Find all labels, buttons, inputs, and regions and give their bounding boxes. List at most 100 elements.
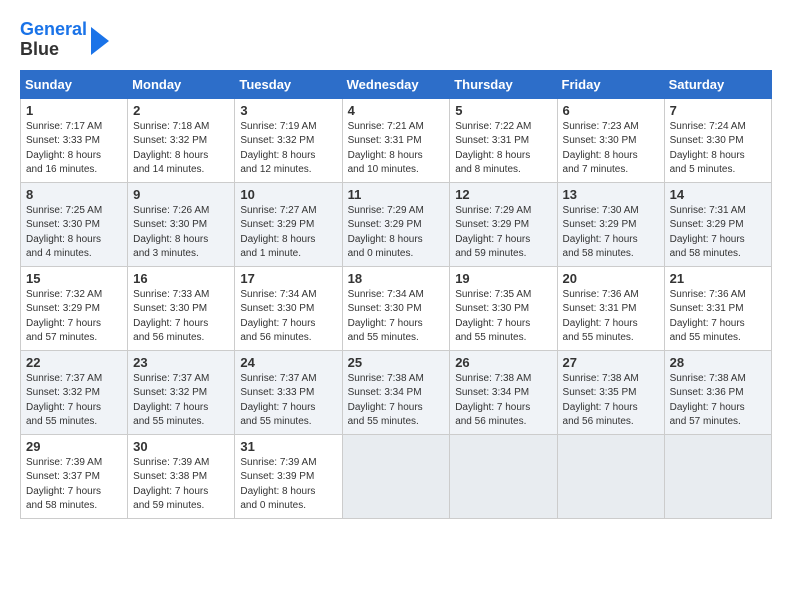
calendar-cell: 22 Sunrise: 7:37 AM Sunset: 3:32 PM Dayli…	[21, 350, 128, 434]
day-number: 28	[670, 355, 766, 370]
day-info: Sunrise: 7:39 AM Sunset: 3:37 PM Dayligh…	[26, 456, 122, 514]
calendar-cell: 18 Sunrise: 7:34 AM Sunset: 3:30 PM Dayli…	[342, 266, 450, 350]
day-number: 1	[26, 103, 122, 118]
day-number: 9	[133, 187, 229, 202]
day-number: 20	[563, 271, 659, 286]
day-info: Sunrise: 7:36 AM Sunset: 3:31 PM Dayligh…	[670, 288, 766, 346]
day-number: 17	[240, 271, 336, 286]
calendar-cell: 20 Sunrise: 7:36 AM Sunset: 3:31 PM Dayli…	[557, 266, 664, 350]
day-number: 7	[670, 103, 766, 118]
calendar-cell: 3Sunrise: 7:19 AM Sunset: 3:32 PM Daylig…	[235, 98, 342, 182]
day-number: 5	[455, 103, 551, 118]
day-number: 11	[348, 187, 445, 202]
day-number: 2	[133, 103, 229, 118]
calendar-week-5: 29 Sunrise: 7:39 AM Sunset: 3:37 PM Dayli…	[21, 434, 772, 518]
calendar-cell: 26Sunrise: 7:38 AM Sunset: 3:34 PM Dayli…	[450, 350, 557, 434]
day-info: Sunrise: 7:30 AM Sunset: 3:29 PM Dayligh…	[563, 204, 659, 262]
calendar-cell: 7 Sunrise: 7:24 AM Sunset: 3:30 PM Daylig…	[664, 98, 771, 182]
day-info: Sunrise: 7:37 AM Sunset: 3:33 PM Dayligh…	[240, 372, 336, 430]
day-number: 23	[133, 355, 229, 370]
day-info: Sunrise: 7:39 AM Sunset: 3:39 PM Dayligh…	[240, 456, 336, 514]
calendar-cell: 11Sunrise: 7:29 AM Sunset: 3:29 PM Dayli…	[342, 182, 450, 266]
calendar-cell	[342, 434, 450, 518]
calendar-cell	[664, 434, 771, 518]
day-info: Sunrise: 7:38 AM Sunset: 3:35 PM Dayligh…	[563, 372, 659, 430]
calendar-cell: 16Sunrise: 7:33 AM Sunset: 3:30 PM Dayli…	[128, 266, 235, 350]
calendar-cell: 24 Sunrise: 7:37 AM Sunset: 3:33 PM Dayli…	[235, 350, 342, 434]
calendar-cell: 6Sunrise: 7:23 AM Sunset: 3:30 PM Daylig…	[557, 98, 664, 182]
calendar-cell: 4 Sunrise: 7:21 AM Sunset: 3:31 PM Daylig…	[342, 98, 450, 182]
day-number: 27	[563, 355, 659, 370]
calendar-cell: 31 Sunrise: 7:39 AM Sunset: 3:39 PM Dayli…	[235, 434, 342, 518]
day-info: Sunrise: 7:17 AM Sunset: 3:33 PM Dayligh…	[26, 120, 122, 178]
day-number: 19	[455, 271, 551, 286]
day-info: Sunrise: 7:22 AM Sunset: 3:31 PM Dayligh…	[455, 120, 551, 178]
calendar-week-2: 8Sunrise: 7:25 AM Sunset: 3:30 PM Daylig…	[21, 182, 772, 266]
day-info: Sunrise: 7:39 AM Sunset: 3:38 PM Dayligh…	[133, 456, 229, 514]
calendar-cell: 10 Sunrise: 7:27 AM Sunset: 3:29 PM Dayli…	[235, 182, 342, 266]
day-number: 4	[348, 103, 445, 118]
calendar-cell: 30 Sunrise: 7:39 AM Sunset: 3:38 PM Dayli…	[128, 434, 235, 518]
day-info: Sunrise: 7:21 AM Sunset: 3:31 PM Dayligh…	[348, 120, 445, 178]
calendar-header-thursday: Thursday	[450, 70, 557, 98]
day-info: Sunrise: 7:33 AM Sunset: 3:30 PM Dayligh…	[133, 288, 229, 346]
day-info: Sunrise: 7:38 AM Sunset: 3:34 PM Dayligh…	[455, 372, 551, 430]
day-number: 30	[133, 439, 229, 454]
day-info: Sunrise: 7:37 AM Sunset: 3:32 PM Dayligh…	[133, 372, 229, 430]
calendar-cell: 1 Sunrise: 7:17 AM Sunset: 3:33 PM Daylig…	[21, 98, 128, 182]
calendar-header-sunday: Sunday	[21, 70, 128, 98]
calendar-cell: 2 Sunrise: 7:18 AM Sunset: 3:32 PM Daylig…	[128, 98, 235, 182]
day-number: 15	[26, 271, 122, 286]
day-info: Sunrise: 7:34 AM Sunset: 3:30 PM Dayligh…	[348, 288, 445, 346]
calendar-cell: 23 Sunrise: 7:37 AM Sunset: 3:32 PM Dayli…	[128, 350, 235, 434]
day-number: 21	[670, 271, 766, 286]
calendar-week-3: 15 Sunrise: 7:32 AM Sunset: 3:29 PM Dayli…	[21, 266, 772, 350]
calendar-cell: 12 Sunrise: 7:29 AM Sunset: 3:29 PM Dayli…	[450, 182, 557, 266]
day-number: 12	[455, 187, 551, 202]
day-info: Sunrise: 7:32 AM Sunset: 3:29 PM Dayligh…	[26, 288, 122, 346]
day-number: 18	[348, 271, 445, 286]
calendar-header-row: SundayMondayTuesdayWednesdayThursdayFrid…	[21, 70, 772, 98]
day-info: Sunrise: 7:18 AM Sunset: 3:32 PM Dayligh…	[133, 120, 229, 178]
logo-text: GeneralBlue	[20, 20, 87, 60]
logo: GeneralBlue	[20, 20, 109, 60]
day-number: 29	[26, 439, 122, 454]
calendar-cell: 21 Sunrise: 7:36 AM Sunset: 3:31 PM Dayli…	[664, 266, 771, 350]
day-number: 3	[240, 103, 336, 118]
day-number: 25	[348, 355, 445, 370]
day-number: 8	[26, 187, 122, 202]
day-info: Sunrise: 7:37 AM Sunset: 3:32 PM Dayligh…	[26, 372, 122, 430]
day-info: Sunrise: 7:31 AM Sunset: 3:29 PM Dayligh…	[670, 204, 766, 262]
day-info: Sunrise: 7:38 AM Sunset: 3:36 PM Dayligh…	[670, 372, 766, 430]
calendar-cell	[557, 434, 664, 518]
calendar-cell: 19 Sunrise: 7:35 AM Sunset: 3:30 PM Dayli…	[450, 266, 557, 350]
calendar-week-4: 22 Sunrise: 7:37 AM Sunset: 3:32 PM Dayli…	[21, 350, 772, 434]
calendar-table: SundayMondayTuesdayWednesdayThursdayFrid…	[20, 70, 772, 519]
page-header: GeneralBlue	[20, 20, 772, 60]
calendar-body: 1 Sunrise: 7:17 AM Sunset: 3:33 PM Daylig…	[21, 98, 772, 518]
day-number: 14	[670, 187, 766, 202]
day-info: Sunrise: 7:27 AM Sunset: 3:29 PM Dayligh…	[240, 204, 336, 262]
day-info: Sunrise: 7:24 AM Sunset: 3:30 PM Dayligh…	[670, 120, 766, 178]
calendar-cell: 15 Sunrise: 7:32 AM Sunset: 3:29 PM Dayli…	[21, 266, 128, 350]
day-info: Sunrise: 7:29 AM Sunset: 3:29 PM Dayligh…	[455, 204, 551, 262]
calendar-header-monday: Monday	[128, 70, 235, 98]
day-info: Sunrise: 7:34 AM Sunset: 3:30 PM Dayligh…	[240, 288, 336, 346]
calendar-cell	[450, 434, 557, 518]
calendar-header-saturday: Saturday	[664, 70, 771, 98]
calendar-cell: 9Sunrise: 7:26 AM Sunset: 3:30 PM Daylig…	[128, 182, 235, 266]
calendar-header-wednesday: Wednesday	[342, 70, 450, 98]
calendar-cell: 8Sunrise: 7:25 AM Sunset: 3:30 PM Daylig…	[21, 182, 128, 266]
day-number: 22	[26, 355, 122, 370]
day-number: 31	[240, 439, 336, 454]
day-info: Sunrise: 7:35 AM Sunset: 3:30 PM Dayligh…	[455, 288, 551, 346]
day-info: Sunrise: 7:38 AM Sunset: 3:34 PM Dayligh…	[348, 372, 445, 430]
calendar-cell: 14 Sunrise: 7:31 AM Sunset: 3:29 PM Dayli…	[664, 182, 771, 266]
day-number: 6	[563, 103, 659, 118]
calendar-week-1: 1 Sunrise: 7:17 AM Sunset: 3:33 PM Daylig…	[21, 98, 772, 182]
calendar-cell: 28 Sunrise: 7:38 AM Sunset: 3:36 PM Dayli…	[664, 350, 771, 434]
day-number: 10	[240, 187, 336, 202]
day-number: 24	[240, 355, 336, 370]
calendar-header-tuesday: Tuesday	[235, 70, 342, 98]
day-info: Sunrise: 7:36 AM Sunset: 3:31 PM Dayligh…	[563, 288, 659, 346]
